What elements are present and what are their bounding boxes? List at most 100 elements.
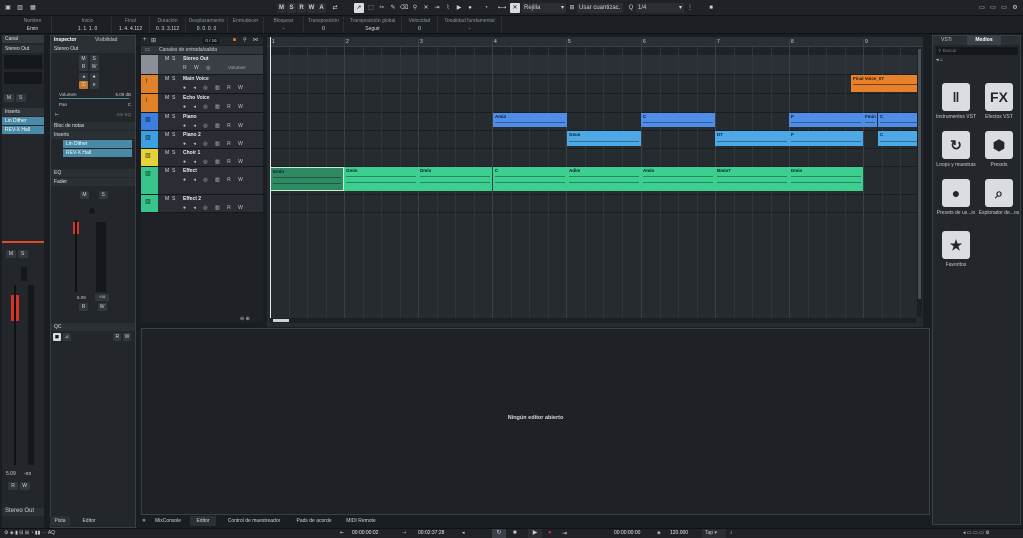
edit-icon[interactable]: e	[89, 81, 99, 89]
vst-effects-icon[interactable]: FX	[985, 83, 1013, 111]
quantize-value-icon[interactable]: Q	[627, 3, 635, 13]
section-inserts[interactable]: Inserts	[51, 131, 135, 139]
section-eq[interactable]: EQ	[51, 169, 135, 177]
inserts-header[interactable]: Inserts	[2, 108, 44, 116]
pan-knob[interactable]	[89, 208, 95, 214]
tab-media[interactable]: Medios	[967, 36, 1001, 45]
clip-piano-2[interactable]: Gsus	[567, 131, 641, 146]
snap-toggle-icon[interactable]: ⟷	[497, 3, 507, 13]
track-echo-voice[interactable]: ⌇ M S Echo Voice ● ◂ ◎ ▥ R W	[141, 94, 263, 113]
nudge-icon[interactable]: ◔	[480, 3, 492, 13]
read-button[interactable]: R	[79, 63, 88, 71]
pointer-tool-icon[interactable]: ➚	[354, 3, 364, 13]
panel-lower-icon[interactable]: ▭	[989, 3, 997, 13]
tab-editor[interactable]: Editor	[190, 516, 216, 526]
transport-icon[interactable]: ▦	[28, 3, 38, 13]
comp-tool-icon[interactable]: ⇥	[432, 3, 442, 13]
split-tool-icon[interactable]: ✂	[377, 3, 387, 13]
vst-instruments-icon[interactable]: ‖	[942, 83, 970, 111]
clip-piano[interactable]: C	[878, 113, 922, 127]
info-length[interactable]: Duración 0. 3. 3.112	[150, 17, 186, 33]
info-root-key[interactable]: Tonalidad fundamental -	[438, 17, 502, 33]
media-bay-icon[interactable]: ▣	[3, 3, 13, 13]
info-lock[interactable]: Bloquear -	[264, 17, 304, 33]
tab-chord-pads[interactable]: Pads de acorde	[292, 516, 336, 526]
track-stereo-out[interactable]: M S Stereo Out R W ◎ Volumen	[141, 55, 263, 75]
rewind-marker-icon[interactable]: ⇤	[340, 530, 344, 536]
insert-slot[interactable]: Lin Dither	[63, 140, 132, 148]
transport-icons-right[interactable]: ◂ ▭ ▭ ▭ ⚙	[963, 530, 990, 536]
tracklist-zoom-icon[interactable]: ⊖ ⊕	[240, 316, 250, 322]
scroll-thumb[interactable]	[273, 319, 289, 322]
layout-icon[interactable]: ▥	[15, 3, 25, 13]
read-button[interactable]: R	[113, 333, 122, 341]
channel-mute-button[interactable]: M	[6, 250, 16, 258]
transport-icons-left[interactable]: ⚙ ◈ ▮ ⊟ ⊞ ◔ ▮▮ ⋯ AQ	[4, 530, 55, 536]
info-global-transpose[interactable]: Transposición global Seguir	[344, 17, 402, 33]
mode-s-button[interactable]: S	[287, 3, 296, 13]
tab-editor-left[interactable]: Editor	[78, 516, 100, 526]
lane-effect-2[interactable]	[270, 195, 922, 213]
channel-mute-button[interactable]: M	[4, 94, 14, 102]
lower-zone-editor[interactable]: Ningún editor abierto	[141, 328, 930, 515]
write-button[interactable]: W	[89, 63, 99, 71]
settings-icon[interactable]: ⚙	[1011, 3, 1019, 13]
play-button[interactable]: ▶	[528, 529, 542, 538]
scroll-thumb[interactable]	[918, 49, 921, 299]
read-button[interactable]: R	[8, 482, 18, 490]
ruler[interactable]	[267, 37, 923, 47]
mute-tool-icon[interactable]: ✕	[421, 3, 431, 13]
solo-button[interactable]: S	[89, 55, 99, 63]
clip-effect[interactable]: Dmin	[789, 167, 863, 191]
clip-piano[interactable]: F	[789, 113, 863, 127]
info-start[interactable]: Inicio 1. 1. 1. 0	[64, 17, 112, 33]
write-button[interactable]: W	[97, 303, 107, 311]
panel-left-icon[interactable]: ▭	[978, 3, 986, 13]
folder-io[interactable]: ▭ Canales de entrada/salida	[141, 46, 263, 54]
tab-sampler-control[interactable]: Control de muestreador	[222, 516, 286, 526]
monitor-icon[interactable]: ◂	[79, 73, 88, 81]
punch-icon[interactable]: ◂	[462, 530, 465, 536]
mode-a-button[interactable]: A	[317, 3, 326, 13]
clip-main-voice[interactable]: Final Voice_07	[851, 75, 922, 92]
record-icon[interactable]: ●	[89, 73, 99, 81]
clip-piano-2[interactable]: D7	[715, 131, 789, 146]
timewarp-tool-icon[interactable]: ⌇	[443, 3, 453, 13]
clip-piano[interactable]: Fmin	[863, 113, 877, 127]
lane-main-voice[interactable]	[270, 75, 922, 94]
erase-tool-icon[interactable]: ⌫	[399, 3, 409, 13]
range-tool-icon[interactable]: ⬚	[366, 3, 376, 13]
insert-slot[interactable]: REV-X Hall	[2, 126, 44, 134]
clip-effect[interactable]: Amin	[641, 167, 715, 191]
panel-right-icon[interactable]: ▭	[1000, 3, 1008, 13]
favorites-icon[interactable]: ★	[942, 231, 970, 259]
info-offset[interactable]: Desplazamiento 0. 0. 0. 0	[186, 17, 228, 33]
qc-icon[interactable]: ◼	[53, 333, 61, 341]
read-button[interactable]: R	[79, 303, 88, 311]
track-piano[interactable]: ▥ M S Piano ● ◂ ◎ ▥ R W	[141, 113, 263, 131]
volume-slider[interactable]	[59, 98, 129, 99]
right-locator[interactable]: 00:02:37:28	[418, 530, 444, 536]
loops-samples-icon[interactable]: ↻	[942, 131, 970, 159]
close-lower-zone-icon[interactable]: ✕	[140, 516, 148, 526]
insert-slot[interactable]: Lin Dither	[2, 117, 44, 125]
primary-time-display[interactable]: 00:00:00:00	[614, 530, 640, 536]
track-effect-2[interactable]: ▥ M S Effect 2 ● ◂ ◎ ▥ R W	[141, 195, 263, 213]
clip-effect[interactable]: Bmin7	[715, 167, 789, 191]
home-icon[interactable]: ◂ ⌂	[936, 57, 943, 63]
auto-scroll-icon[interactable]: ⇄	[330, 3, 340, 13]
section-qc[interactable]: QC	[51, 323, 135, 331]
color-tool-icon[interactable]: ●	[465, 3, 475, 13]
clip-piano[interactable]: Amin	[493, 113, 567, 127]
mute-button[interactable]: M	[79, 55, 88, 63]
quantize-mode-select[interactable]: Usar cuantizac.▾	[577, 3, 623, 21]
metronome-icon[interactable]: ♪	[730, 530, 733, 536]
tempo-display[interactable]: 120.000	[670, 530, 688, 536]
left-locator[interactable]: 00:00:00:02	[352, 530, 378, 536]
track-main-voice[interactable]: ⌇ M S Main Voice ● ◂ ◎ ▥ R W	[141, 75, 263, 94]
tab-track[interactable]: Pista	[50, 516, 70, 526]
visibility-icon[interactable]: ◙	[233, 37, 236, 43]
clip-piano-2[interactable]: C	[878, 131, 922, 146]
filter-icon[interactable]: ⚲	[243, 37, 247, 43]
vertical-scrollbar[interactable]	[917, 47, 922, 317]
